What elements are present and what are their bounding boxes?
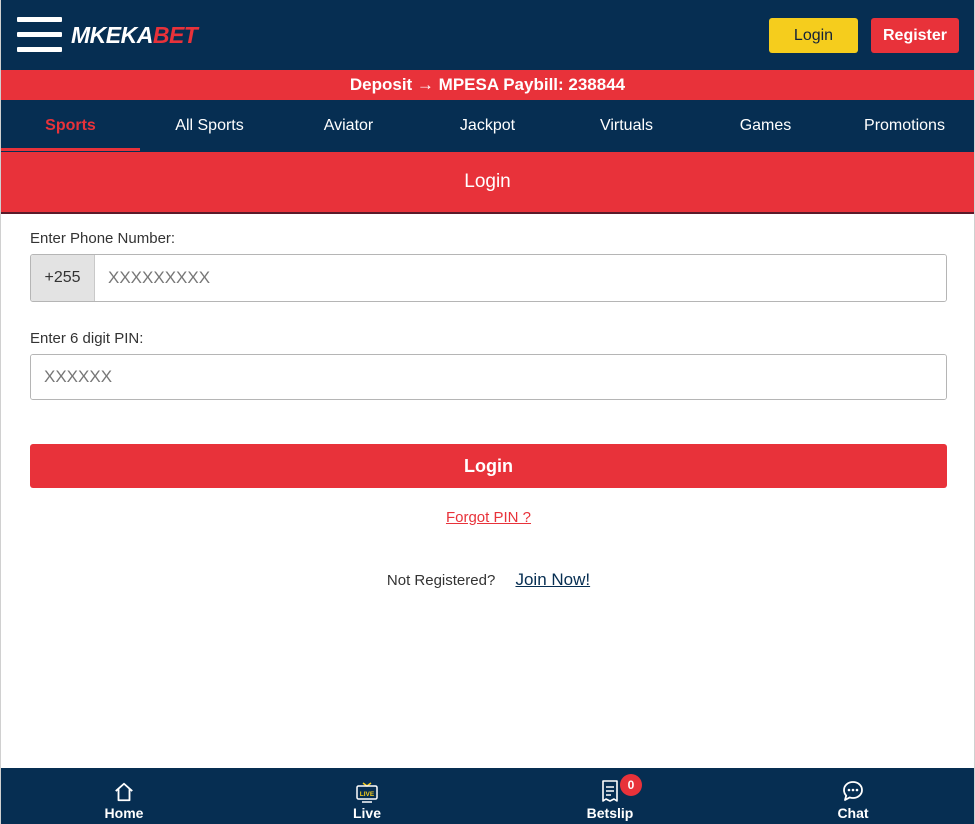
forgot-pin-link: Forgot PIN ? bbox=[1, 509, 975, 526]
phone-field: +255 bbox=[30, 254, 947, 302]
betslip-label: Betslip bbox=[586, 805, 634, 821]
nav-item-jackpot[interactable]: Jackpot bbox=[418, 100, 557, 152]
bottom-nav-betslip[interactable]: Betslip 0 bbox=[560, 768, 660, 824]
main-nav: Sports All Sports Aviator Jackpot Virtua… bbox=[1, 100, 974, 152]
deposit-banner[interactable]: Deposit → MPESA Paybill: 238844 bbox=[1, 70, 974, 100]
login-section-title: Login bbox=[1, 152, 974, 214]
betslip-receipt-icon bbox=[602, 780, 618, 802]
top-header: MKEKABET Login Register bbox=[1, 0, 974, 70]
forgot-pin-text[interactable]: Forgot PIN ? bbox=[446, 509, 531, 526]
bottom-nav: Home LIVE Live Betslip 0 Chat bbox=[1, 768, 974, 824]
not-registered-text: Not Registered? bbox=[386, 572, 496, 589]
nav-item-aviator[interactable]: Aviator bbox=[279, 100, 418, 152]
logo-main-text: MKEKA bbox=[71, 22, 153, 48]
bottom-nav-home[interactable]: Home bbox=[74, 768, 174, 824]
nav-item-all-sports[interactable]: All Sports bbox=[140, 100, 279, 152]
country-code-prefix: +255 bbox=[31, 255, 95, 301]
live-tv-icon: LIVE bbox=[356, 782, 378, 803]
logo-accent-text: BET bbox=[152, 22, 198, 48]
bottom-nav-live[interactable]: LIVE Live bbox=[317, 768, 417, 824]
nav-item-games[interactable]: Games bbox=[696, 100, 835, 152]
live-icon-text: LIVE bbox=[360, 791, 375, 798]
header-login-button[interactable]: Login bbox=[769, 18, 858, 53]
nav-item-virtuals[interactable]: Virtuals bbox=[557, 100, 696, 152]
chat-label: Chat bbox=[837, 805, 869, 821]
betslip-count-badge: 0 bbox=[620, 774, 642, 796]
pin-label: Enter 6 digit PIN: bbox=[30, 330, 144, 347]
live-label: Live bbox=[352, 805, 381, 821]
home-icon bbox=[115, 782, 133, 802]
page: MKEKABET Login Register Deposit → MPESA … bbox=[0, 0, 975, 824]
join-now-link[interactable]: Join Now! bbox=[515, 570, 590, 589]
phone-input[interactable] bbox=[95, 255, 946, 301]
pin-field bbox=[30, 354, 947, 400]
brand-logo[interactable]: MKEKABET bbox=[71, 22, 198, 49]
bottom-nav-chat[interactable]: Chat bbox=[803, 768, 903, 824]
nav-item-sports[interactable]: Sports bbox=[1, 100, 140, 152]
header-register-button[interactable]: Register bbox=[871, 18, 959, 53]
home-label: Home bbox=[104, 805, 144, 821]
chat-bubble-icon bbox=[843, 781, 863, 801]
pin-input[interactable] bbox=[31, 355, 946, 399]
phone-label: Enter Phone Number: bbox=[30, 230, 176, 247]
nav-item-promotions[interactable]: Promotions bbox=[835, 100, 974, 152]
hamburger-menu-icon[interactable] bbox=[17, 17, 62, 52]
login-submit-button[interactable]: Login bbox=[30, 444, 947, 488]
register-prompt: Not Registered? Join Now! bbox=[1, 570, 975, 590]
